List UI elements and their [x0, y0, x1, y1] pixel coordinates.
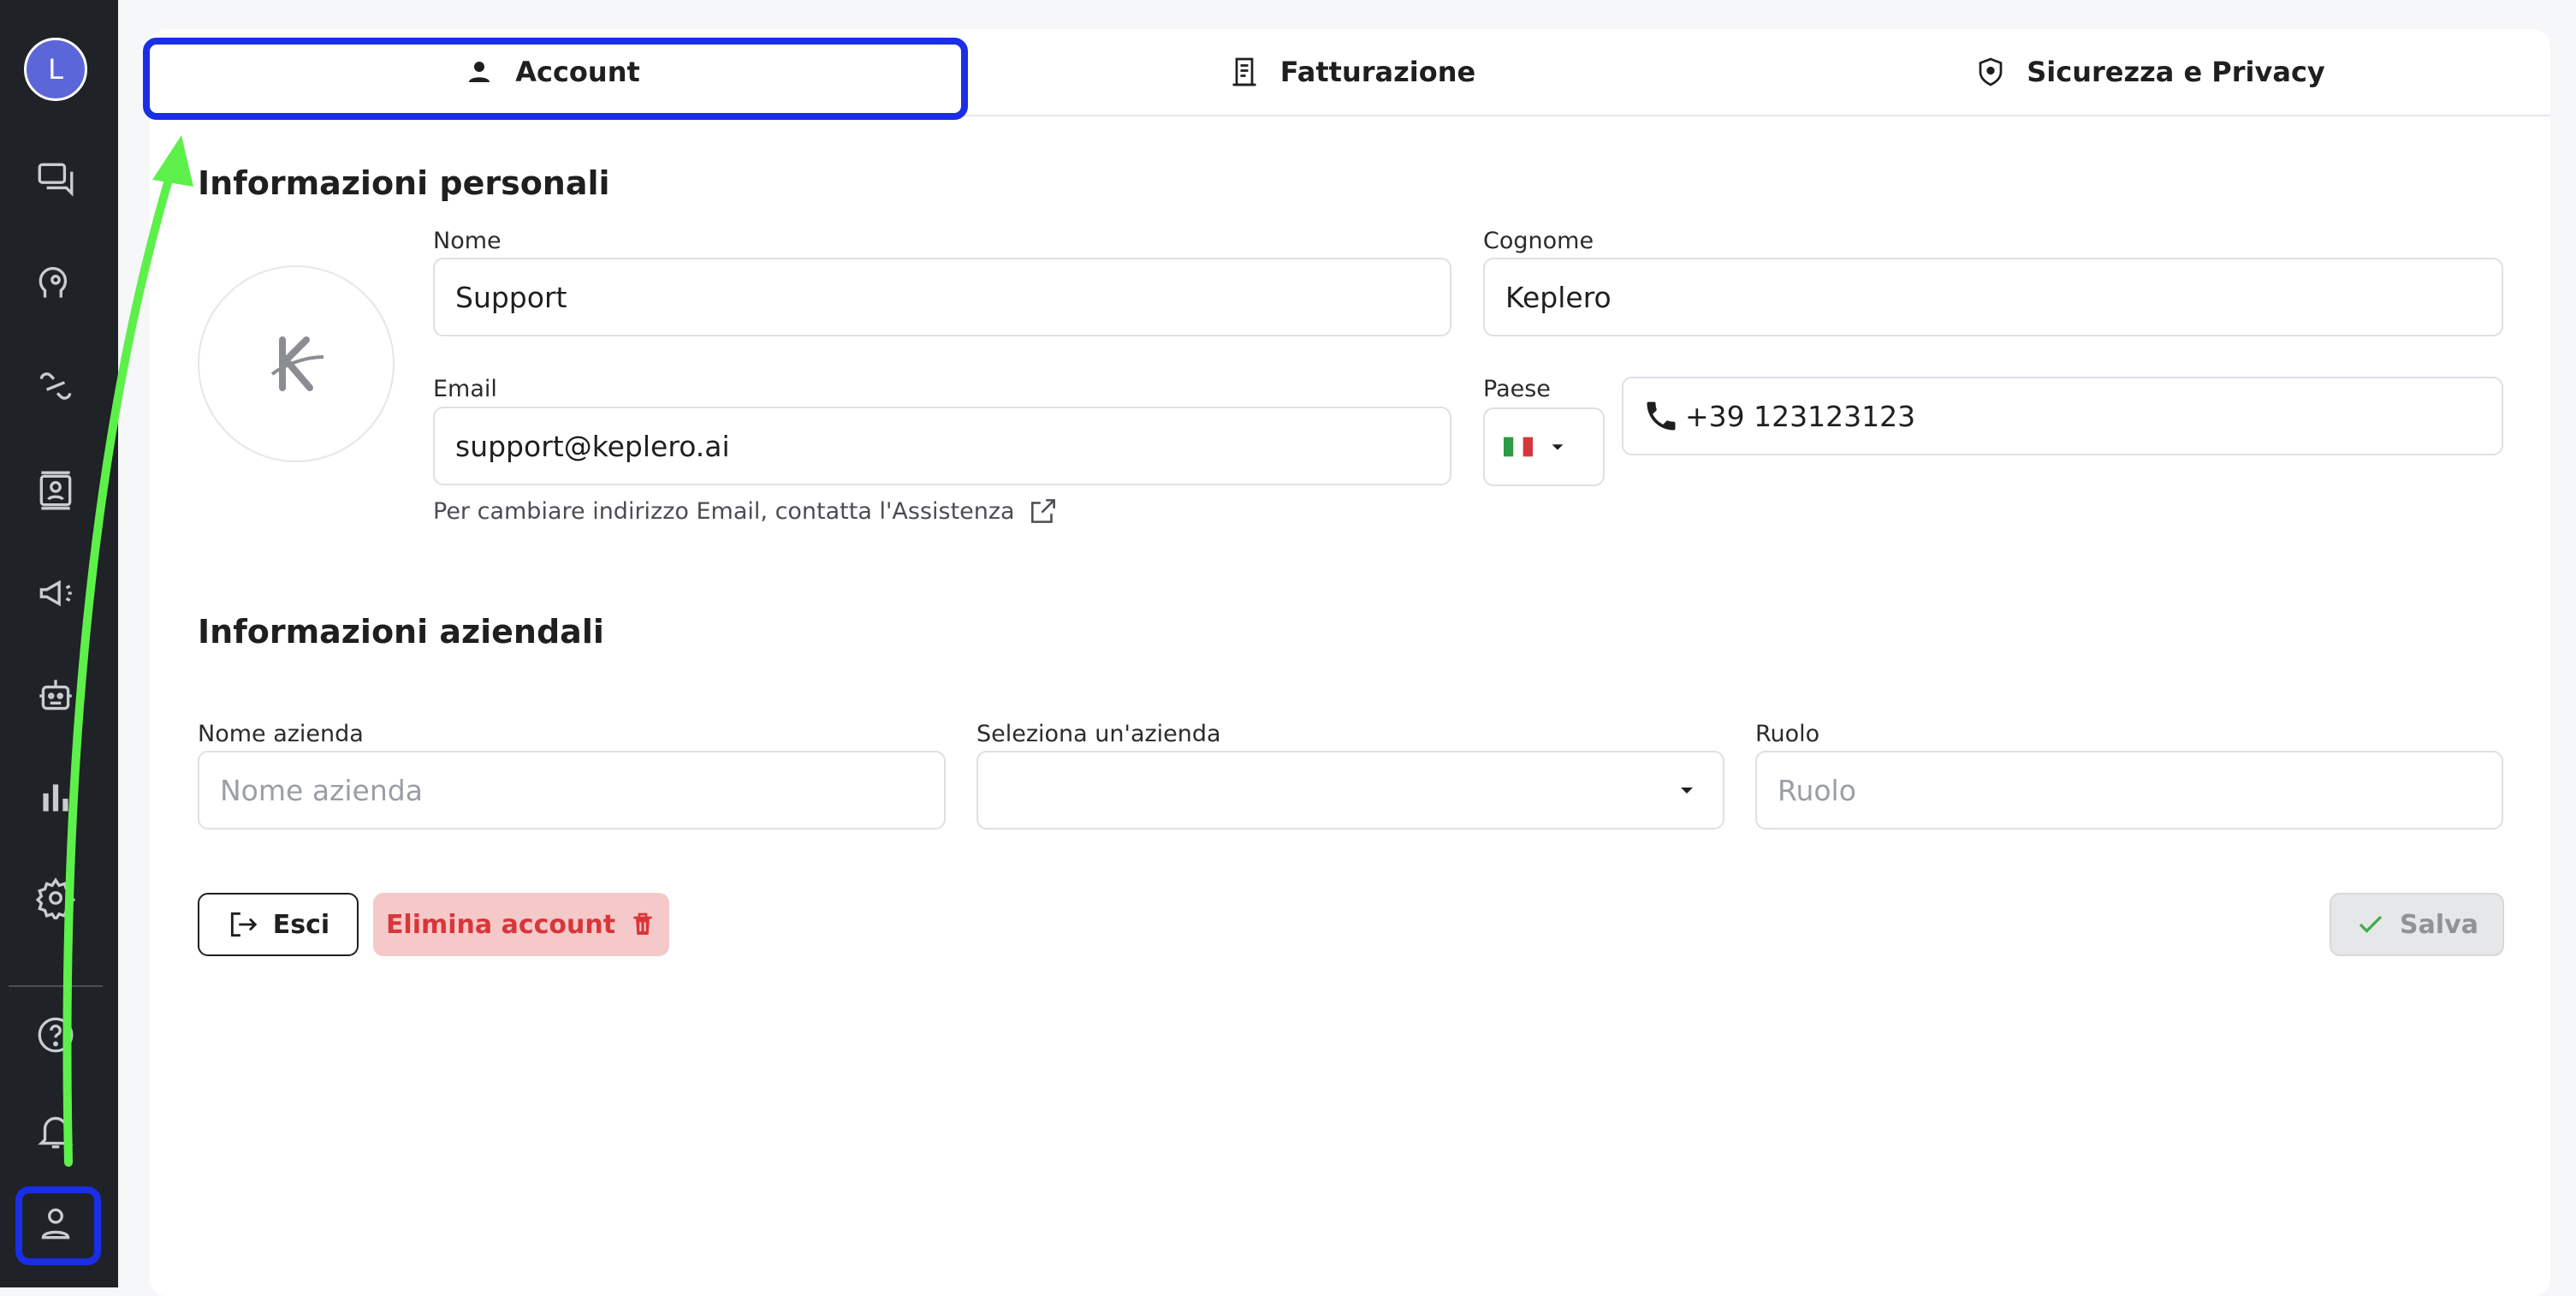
- cognome-value: Keplero: [1505, 280, 1611, 314]
- avatar[interactable]: L: [24, 38, 87, 101]
- italy-flag-icon: [1504, 437, 1533, 457]
- cognome-label: Cognome: [1483, 228, 1594, 254]
- personal-section-title: Informazioni personali: [198, 164, 610, 202]
- email-hint: Per cambiare indirizzo Email, contatta l…: [433, 495, 1059, 527]
- exit-button[interactable]: Esci: [198, 893, 359, 956]
- settings-panel: Account Fatturazione Sicurezza e Privacy…: [143, 29, 2550, 1296]
- company-name-input[interactable]: Nome azienda: [198, 751, 946, 829]
- tab-billing[interactable]: Fatturazione: [954, 29, 1750, 115]
- phone-value: +39 123123123: [1685, 399, 1916, 433]
- robot-icon[interactable]: [29, 669, 82, 722]
- tab-security[interactable]: Sicurezza e Privacy: [1750, 29, 2550, 115]
- company-logo[interactable]: [198, 265, 395, 462]
- save-button[interactable]: Salva: [2330, 893, 2504, 956]
- sidebar-divider: [9, 985, 103, 987]
- delete-label: Elimina account: [385, 909, 616, 940]
- sidebar: L: [0, 0, 118, 1287]
- bell-icon[interactable]: [29, 1104, 82, 1157]
- email-field[interactable]: support@keplero.ai: [433, 407, 1451, 485]
- company-name-label: Nome azienda: [198, 721, 364, 747]
- keplero-logo-icon: [270, 336, 324, 391]
- delete-account-button[interactable]: Elimina account: [373, 893, 669, 956]
- chart-icon[interactable]: [29, 770, 82, 823]
- tab-billing-label: Fatturazione: [1279, 56, 1476, 88]
- receipt-icon: [1232, 57, 1256, 86]
- email-value: support@keplero.ai: [455, 429, 730, 463]
- megaphone-icon[interactable]: [29, 567, 82, 620]
- country-select[interactable]: [1483, 407, 1605, 486]
- exit-label: Esci: [272, 909, 330, 940]
- logout-icon: [230, 912, 258, 937]
- phone-field[interactable]: +39 123123123: [1622, 377, 2503, 455]
- shield-icon: [1979, 57, 2003, 86]
- role-label: Ruolo: [1755, 721, 1820, 747]
- role-input[interactable]: Ruolo: [1755, 751, 2503, 829]
- chevron-down-icon: [1681, 788, 1693, 794]
- cognome-field[interactable]: Keplero: [1483, 258, 2503, 336]
- select-company-label: Seleziona un'azienda: [976, 721, 1221, 747]
- role-placeholder: Ruolo: [1778, 773, 1856, 807]
- paese-label: Paese: [1483, 376, 1551, 402]
- integrations-icon[interactable]: [29, 360, 82, 413]
- external-link-icon[interactable]: [1027, 495, 1059, 527]
- chat-icon[interactable]: [29, 152, 82, 205]
- nome-field[interactable]: Support: [433, 258, 1451, 336]
- tab-security-label: Sicurezza e Privacy: [2027, 56, 2325, 88]
- gear-icon[interactable]: [29, 871, 82, 924]
- email-label: Email: [433, 376, 497, 402]
- help-icon[interactable]: [29, 1008, 82, 1061]
- check-icon: [2359, 915, 2383, 933]
- user-icon-highlight: [15, 1186, 101, 1265]
- tab-account-highlight: [143, 38, 968, 120]
- email-hint-text: Per cambiare indirizzo Email, contatta l…: [433, 497, 1015, 525]
- nome-label: Nome: [433, 228, 502, 254]
- business-section-title: Informazioni aziendali: [198, 613, 604, 651]
- chevron-down-icon: [1552, 444, 1564, 450]
- phone-icon: [1647, 401, 1676, 431]
- tab-bar: Account Fatturazione Sicurezza e Privacy: [143, 29, 2550, 120]
- trash-icon: [633, 913, 652, 935]
- company-name-placeholder: Nome azienda: [220, 773, 423, 807]
- brain-icon[interactable]: [29, 257, 82, 310]
- select-company-dropdown[interactable]: [976, 751, 1724, 829]
- nome-value: Support: [455, 280, 567, 314]
- contacts-icon[interactable]: [29, 464, 82, 517]
- save-label: Salva: [2400, 909, 2478, 940]
